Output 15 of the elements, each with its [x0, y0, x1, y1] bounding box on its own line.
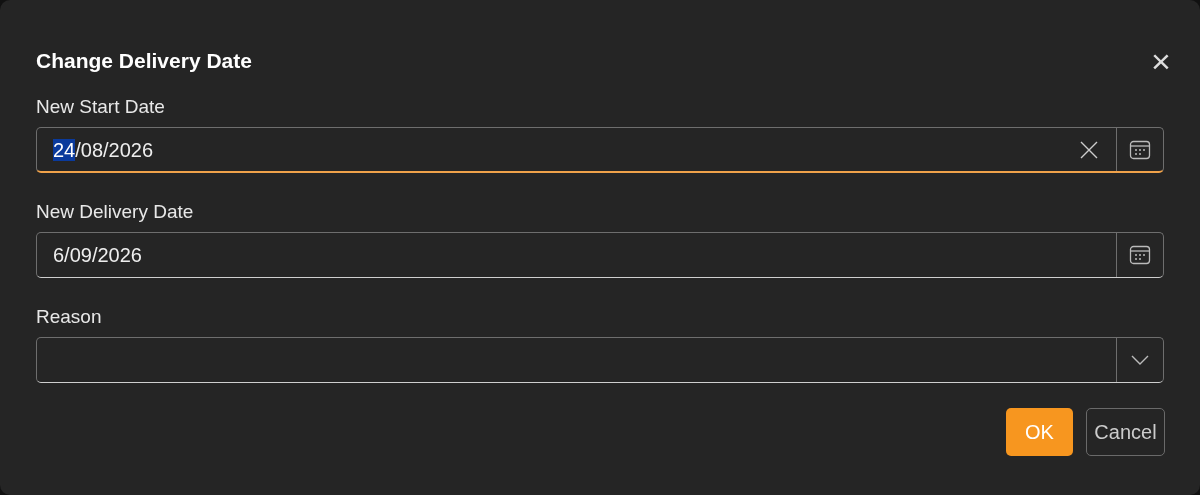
field-value: 24/08/2026 — [53, 137, 154, 163]
field-value: 6/09/2026 — [53, 243, 142, 268]
calendar-icon — [1129, 244, 1151, 266]
date-field[interactable]: 6/09/2026 — [36, 232, 1164, 278]
dropdown-field[interactable] — [36, 337, 1164, 383]
date-field[interactable]: 24/08/2026 — [36, 127, 1164, 173]
chevron-down-icon — [1130, 354, 1150, 366]
field-label: Reason — [36, 305, 103, 329]
calendar-icon — [1129, 138, 1151, 161]
clear-icon — [1080, 140, 1098, 159]
field-label: New Delivery Date — [36, 200, 195, 224]
dialog-title: Change Delivery Date — [36, 48, 252, 75]
cancel-button[interactable]: Cancel — [1086, 408, 1165, 456]
field-label: New Start Date — [36, 95, 166, 119]
close-button[interactable]: × — [1146, 44, 1176, 78]
